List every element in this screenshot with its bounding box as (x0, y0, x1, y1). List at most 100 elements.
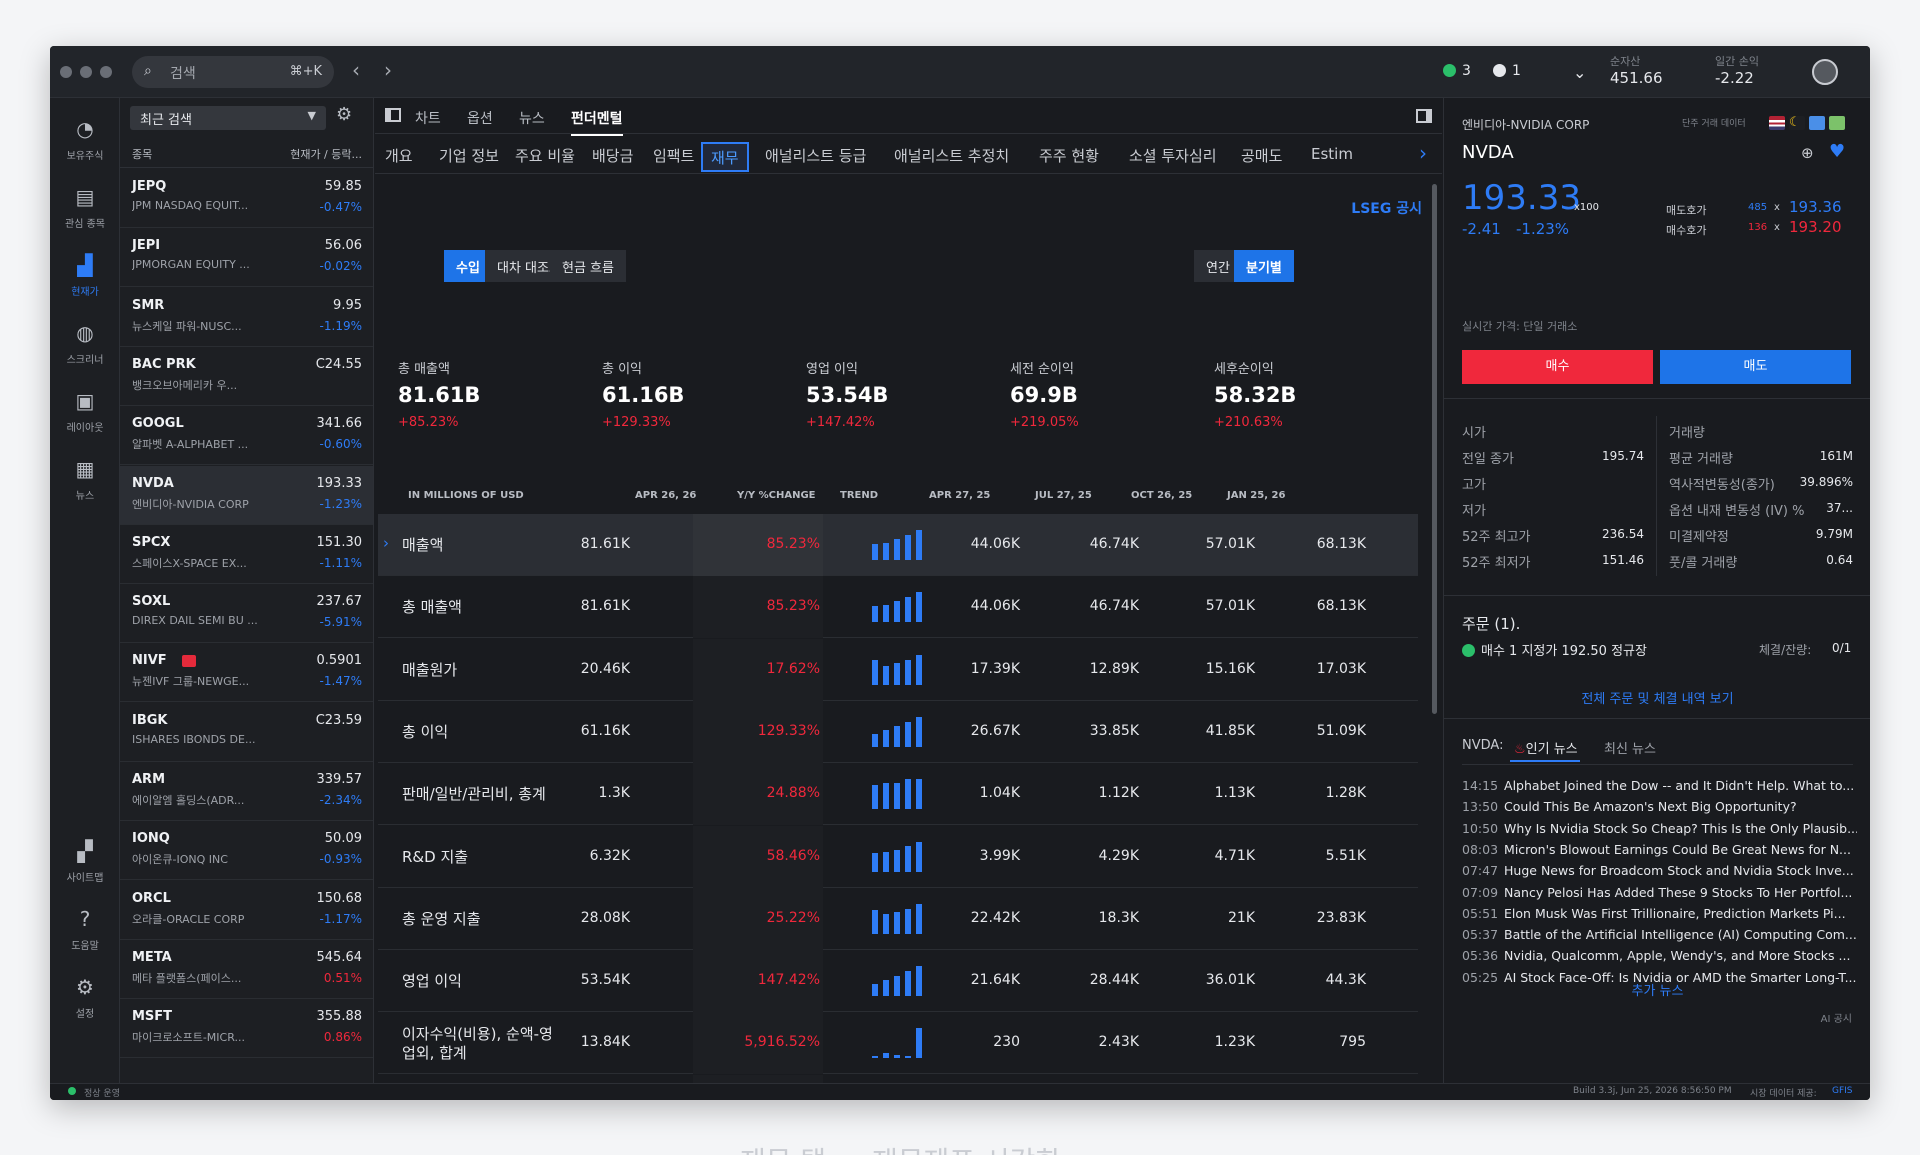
news-item[interactable]: 05:36 Nvidia, Qualcomm, Apple, Wendy's, a… (1462, 948, 1857, 963)
subtab-analyst-ratings[interactable]: 애널리스트 등급 (757, 142, 874, 172)
financial-row[interactable]: 영업 이익 53.54K 147.42% 21.64K 28.44K 36.01K 44.3… (378, 950, 1418, 1013)
buy-button[interactable]: 매수 (1462, 350, 1653, 384)
col-q1: APR 27, 25 (929, 490, 991, 501)
rail-item-help[interactable]: ? 도움말 (50, 900, 120, 958)
subtab-estimates[interactable]: Estim (1303, 142, 1361, 172)
financial-row[interactable]: R&D 지출 6.32K 58.46% 3.99K 4.29K 4.71K 5.51K (378, 825, 1418, 888)
news-item[interactable]: 08:03 Micron's Blowout Earnings Could Be … (1462, 842, 1857, 857)
subtab-social-sentiment[interactable]: 소셜 투자심리 (1121, 142, 1225, 172)
watchlist-row[interactable]: SPCX 스페이스X-SPACE EX... 151.30 -1.11% (120, 525, 373, 584)
add-icon[interactable]: ⊕ (1801, 144, 1814, 162)
window-close-dot[interactable] (60, 66, 72, 78)
financial-row[interactable]: 판매/일반/관리비, 총계 1.3K 24.88% 1.04K 1.12K 1.13K 1.… (378, 763, 1418, 826)
avatar[interactable] (1812, 59, 1838, 85)
kpi-card: 영업 이익 53.54B +147.42% (806, 358, 888, 430)
subtab-ratios[interactable]: 주요 비율 (507, 142, 583, 172)
quote-type-icon[interactable] (1809, 116, 1825, 130)
watchlist-row[interactable]: NIVF 뉴젠IVF 그룹-NEWGE... 0.5901 -1.47% (120, 643, 373, 703)
tab-hot-news[interactable]: ♨인기 뉴스 (1514, 738, 1578, 757)
watchlist-row[interactable]: JEPI JPMORGAN EQUITY ... 56.06 -0.02% (120, 228, 373, 288)
watchlist-row[interactable]: ARM 에이알엠 홀딩스(ADR... 339.57 -2.34% (120, 762, 373, 821)
subtab-overview[interactable]: 개요 (377, 142, 421, 172)
scroll-right-chevron-icon[interactable]: › (1419, 141, 1427, 165)
rail-item-settings[interactable]: ⚙ 설정 (50, 968, 120, 1026)
subtab-short-selling[interactable]: 공매도 (1233, 142, 1290, 172)
right-panel-toggle-icon[interactable] (1416, 109, 1432, 123)
tab-news[interactable]: 뉴스 (519, 108, 545, 128)
news-item[interactable]: 05:51 Elon Musk Was First Trillionaire, P… (1462, 906, 1857, 921)
subtab-shareholders[interactable]: 주주 현황 (1031, 142, 1107, 172)
moon-icon[interactable]: ☾ (1789, 116, 1805, 130)
subtab-financials[interactable]: 재무 (701, 142, 749, 172)
kpi-card: 세후순이익 58.32B +210.63% (1214, 358, 1296, 430)
financial-row[interactable]: 매출원가 20.46K 17.62% 17.39K 12.89K 15.16K 17.03K (378, 638, 1418, 701)
rail-item-sitemap[interactable]: ▞ 사이트맵 (50, 832, 120, 890)
watchlist-row[interactable]: SOXL DIREX DAIL SEMI BU ... 237.67 -5.91% (120, 584, 373, 644)
subtab-company[interactable]: 기업 정보 (431, 142, 507, 172)
chevron-down-icon[interactable]: ⌄ (1573, 63, 1586, 82)
statement-cash-flow[interactable]: 현금 흐름 (550, 250, 626, 282)
watchlist-row[interactable]: ORCL 오라클-ORACLE CORP 150.68 -1.17% (120, 881, 373, 940)
provider-name[interactable]: GFIS (1832, 1086, 1853, 1096)
tab-options[interactable]: 옵션 (467, 108, 493, 128)
expand-chevron-icon[interactable]: › (383, 534, 389, 552)
row-yoy: 25.22% (766, 909, 820, 926)
subtab-dividends[interactable]: 배당금 (584, 142, 641, 172)
news-item[interactable]: 14:15 Alphabet Joined the Dow -- and It D… (1462, 778, 1857, 793)
tab-chart[interactable]: 차트 (415, 108, 441, 128)
tab-fundamentals[interactable]: 펀더멘털 (571, 108, 623, 136)
watchlist-row[interactable]: BAC PRK 뱅크오브아메리카 우... C24.55 (120, 347, 373, 406)
news-item[interactable]: 07:47 Huge News for Broadcom Stock and Nv… (1462, 863, 1857, 878)
scrollbar[interactable] (1432, 184, 1437, 714)
financial-row[interactable]: 총 매출액 81.61K 85.23% 44.06K 46.74K 57.01K 68.13… (378, 576, 1418, 639)
news-item[interactable]: 10:50 Why Is Nvidia Stock So Cheap? This … (1462, 821, 1857, 836)
back-arrow-icon[interactable]: ‹ (352, 58, 360, 82)
financial-row[interactable]: 총 이익 61.16K 129.33% 26.67K 33.85K 41.85K 51.09… (378, 700, 1418, 763)
more-news-link[interactable]: 추가 뉴스 (1444, 980, 1870, 999)
rail-item-portfolio[interactable]: ◔ 보유주식 (50, 110, 120, 168)
col-symbol: 종목 (132, 148, 153, 161)
window-minimize-dot[interactable] (80, 66, 92, 78)
subtab-analyst-estimates[interactable]: 애널리스트 추정치 (886, 142, 1017, 172)
financial-row[interactable]: › 매출액 81.61K 85.23% 44.06K 46.74K 57.01K 68.13K (378, 514, 1418, 576)
forward-arrow-icon[interactable]: › (384, 58, 392, 82)
search-input[interactable]: ⌕ 검색 ⌘+K (132, 56, 334, 88)
chart-type-icon[interactable] (1829, 116, 1845, 130)
news-item[interactable]: 07:09 Nancy Pelosi Has Added These 9 Stoc… (1462, 885, 1857, 900)
watchlist-row[interactable]: IBGK ISHARES IBONDS DE... C23.59 (120, 703, 373, 762)
watchlist-row[interactable]: IONQ 아이온큐-IONQ INC 50.09 -0.93% (120, 821, 373, 881)
news-item[interactable]: 13:50 Could This Be Amazon's Next Big Opp… (1462, 799, 1857, 814)
watchlist-row[interactable]: GOOGL 알파벳 A-ALPHABET ... 341.66 -0.60% (120, 406, 373, 466)
watchlist-row[interactable]: JEPQ JPM NASDAQ EQUIT... 59.85 -0.47% (120, 169, 373, 228)
window-zoom-dot[interactable] (100, 66, 112, 78)
watchlist-row[interactable]: META 메타 플랫폼스(페이스... 545.64 0.51% (120, 940, 373, 999)
lseg-filings-link[interactable]: LSEG 공시 (1351, 198, 1422, 218)
news-time: 05:51 (1462, 905, 1499, 921)
rail-item-watchlist[interactable]: ▤ 관심 종목 (50, 178, 120, 236)
watchlist-row[interactable]: MSFT 마이크로소프트-MICR... 355.88 0.86% (120, 999, 373, 1059)
tab-latest-news[interactable]: 최신 뉴스 (1604, 738, 1656, 757)
all-orders-link[interactable]: 전체 주문 및 체결 내역 보기 (1444, 688, 1870, 707)
financial-row[interactable]: 이자수익(비용), 순액-영 업외, 합계 13.84K 5,916.52% 230 2… (378, 1012, 1418, 1075)
watchlist-selector[interactable]: 최근 검색 ▼ (130, 106, 326, 130)
rail-item-news[interactable]: ▦ 뉴스 (50, 450, 120, 508)
rail-item-quote[interactable]: ▟ 현재가 (50, 246, 120, 304)
watchlist-row[interactable]: SMR 뉴스케일 파워-NUSC... 9.95 -1.19% (120, 288, 373, 347)
alerts-badge[interactable]: 3 (1443, 63, 1471, 79)
gear-icon[interactable]: ⚙ (336, 104, 352, 125)
trend-bar (916, 1028, 922, 1059)
news-item[interactable]: 05:37 Battle of the Artificial Intelligen… (1462, 927, 1857, 942)
trend-bar (883, 913, 889, 934)
rail-item-screener[interactable]: ◍ 스크리너 (50, 314, 120, 372)
order-row[interactable]: 매수 1 지정가 192.50 정규장 (1462, 640, 1647, 659)
rail-item-layout[interactable]: ▣ 레이아웃 (50, 382, 120, 440)
period-quarterly[interactable]: 분기별 (1234, 250, 1294, 282)
sell-button[interactable]: 매도 (1660, 350, 1851, 384)
panel-toggle-icon[interactable] (385, 108, 401, 122)
heart-icon[interactable]: ♥ (1829, 141, 1845, 162)
orders-badge[interactable]: 1 (1493, 63, 1521, 79)
subtab-impact[interactable]: 임팩트 (645, 142, 702, 172)
financial-row[interactable]: 총 운영 지출 28.08K 25.22% 22.42K 18.3K 21K 23.83K (378, 887, 1418, 950)
news-prefix: NVDA: (1462, 738, 1504, 753)
watchlist-row[interactable]: NVDA 엔비디아-NVIDIA CORP 193.33 -1.23% (120, 465, 373, 525)
